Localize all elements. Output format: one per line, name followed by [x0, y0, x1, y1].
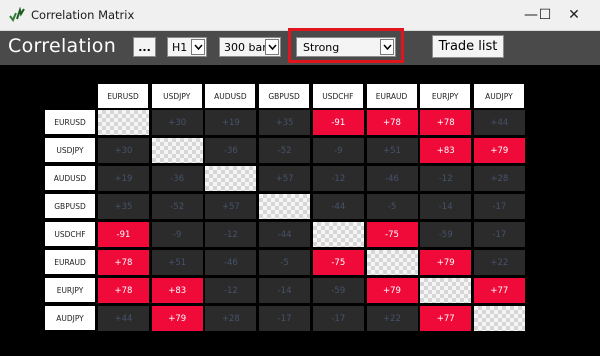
correlation-cell: +78 — [98, 278, 149, 303]
correlation-cell: +79 — [473, 138, 525, 163]
correlation-cell: +35 — [259, 110, 311, 135]
correlation-cell: +30 — [98, 138, 149, 163]
column-header-audusd: AUDUSD — [205, 84, 256, 108]
correlation-cell: -46 — [205, 250, 257, 275]
correlation-cell: -5 — [366, 194, 418, 219]
correlation-cell: -14 — [420, 194, 472, 219]
correlation-cell: -59 — [420, 222, 472, 247]
row-header-usdchf: USDCHF — [45, 222, 95, 246]
correlation-cell: +77 — [420, 306, 472, 331]
close-icon: ✕ — [568, 7, 580, 23]
correlation-cell: +83 — [151, 278, 203, 303]
correlation-cell: +79 — [366, 278, 418, 303]
correlation-cell: +19 — [205, 110, 257, 135]
close-button[interactable]: ✕ — [562, 0, 586, 30]
correlation-cell: +28 — [473, 166, 525, 191]
correlation-cell: +28 — [205, 306, 257, 331]
window-title: Correlation Matrix — [31, 8, 135, 22]
correlation-cell: -91 — [312, 110, 364, 135]
correlation-cell: -59 — [312, 278, 364, 303]
correlation-cell: +51 — [366, 138, 418, 163]
correlation-cell: -17 — [259, 306, 311, 331]
trade-list-button[interactable]: Trade list — [432, 35, 504, 58]
correlation-cell: +78 — [366, 110, 418, 135]
column-header-eurjpy: EURJPY — [420, 84, 471, 108]
correlation-cell: +79 — [420, 250, 472, 275]
diagonal-cell — [366, 250, 418, 275]
app-logo-icon — [9, 7, 25, 22]
correlation-cell: +78 — [420, 110, 472, 135]
chevron-down-icon — [191, 39, 205, 55]
correlation-cell: -9 — [151, 222, 203, 247]
correlation-cell: -44 — [259, 222, 311, 247]
correlation-cell: +30 — [151, 110, 203, 135]
correlation-cell: +44 — [473, 110, 525, 135]
column-header-eurusd: EURUSD — [98, 84, 148, 108]
correlation-cell: +78 — [98, 250, 149, 275]
correlation-cell: -44 — [312, 194, 364, 219]
row-header-audusd: AUDUSD — [45, 166, 95, 190]
maximize-icon: ☐ — [538, 7, 552, 23]
row-header-gbpusd: GBPUSD — [45, 194, 95, 218]
correlation-cell: +44 — [98, 306, 149, 331]
correlation-cell: +77 — [473, 278, 525, 303]
row-header-eurusd: EURUSD — [45, 110, 95, 134]
diagonal-cell — [312, 222, 364, 247]
correlation-cell: -12 — [205, 222, 257, 247]
correlation-cell: -17 — [473, 194, 525, 219]
more-button[interactable]: ... — [133, 37, 156, 57]
correlation-cell: -17 — [312, 306, 364, 331]
column-header-usdjpy: USDJPY — [151, 84, 202, 108]
row-header-audjpy: AUDJPY — [45, 306, 95, 330]
correlation-cell: +79 — [151, 306, 203, 331]
correlation-cell: +57 — [205, 194, 257, 219]
diagonal-cell — [420, 278, 472, 303]
row-header-eurjpy: EURJPY — [45, 278, 95, 302]
correlation-cell: -36 — [151, 166, 203, 191]
timeframe-select[interactable]: H1 — [167, 37, 207, 57]
maximize-button[interactable]: ☐ — [533, 0, 557, 30]
correlation-cell: -5 — [259, 250, 311, 275]
correlation-cell: +57 — [259, 166, 311, 191]
correlation-cell: -36 — [205, 138, 257, 163]
correlation-cell: +83 — [420, 138, 472, 163]
correlation-cell: -12 — [312, 166, 364, 191]
correlation-cell: +22 — [473, 250, 525, 275]
correlation-cell: -75 — [312, 250, 364, 275]
correlation-cell: -12 — [420, 166, 472, 191]
timeframe-value: H1 — [172, 40, 188, 54]
diagonal-cell — [98, 110, 149, 135]
row-header-usdjpy: USDJPY — [45, 138, 95, 162]
diagonal-cell — [473, 306, 525, 331]
title-bar: Correlation Matrix — ☐ ✕ — [0, 0, 600, 31]
column-header-audjpy: AUDJPY — [473, 84, 524, 108]
panel-title: Correlation — [8, 35, 117, 57]
column-header-gbpusd: GBPUSD — [259, 84, 310, 108]
correlation-cell: -9 — [312, 138, 364, 163]
correlation-cell: -14 — [259, 278, 311, 303]
row-header-euraud: EURAUD — [45, 250, 95, 274]
correlation-cell: -12 — [205, 278, 257, 303]
correlation-cell: -91 — [98, 222, 149, 247]
correlation-cell: +22 — [366, 306, 418, 331]
correlation-cell: -46 — [366, 166, 418, 191]
bars-select[interactable]: 300 bars — [219, 37, 281, 57]
correlation-cell: +19 — [98, 166, 149, 191]
filter-highlight-box — [288, 28, 404, 63]
correlation-cell: -52 — [259, 138, 311, 163]
column-header-euraud: EURAUD — [366, 84, 417, 108]
correlation-cell: -17 — [473, 222, 525, 247]
diagonal-cell — [205, 166, 257, 191]
correlation-cell: -52 — [151, 194, 203, 219]
correlation-cell: +35 — [98, 194, 149, 219]
column-header-usdchf: USDCHF — [312, 84, 363, 108]
diagonal-cell — [151, 138, 203, 163]
correlation-cell: +51 — [151, 250, 203, 275]
correlation-cell: -75 — [366, 222, 418, 247]
chevron-down-icon — [265, 39, 279, 55]
diagonal-cell — [259, 194, 311, 219]
